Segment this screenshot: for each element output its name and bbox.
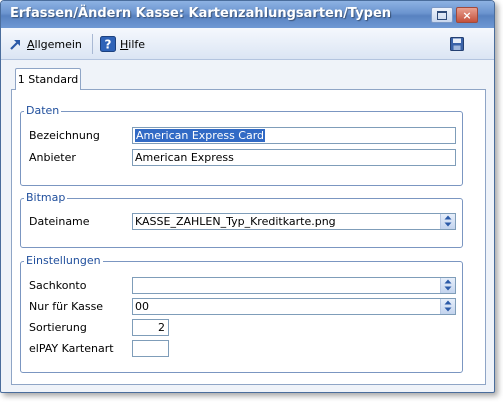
sortierung-label: Sortierung bbox=[29, 321, 87, 334]
updown-arrow-icon bbox=[444, 215, 452, 227]
allgemein-accel: A bbox=[27, 37, 35, 51]
close-icon: × bbox=[462, 8, 472, 22]
bezeichnung-value: American Express Card bbox=[135, 129, 266, 142]
nur-fuer-kasse-label: Nur für Kasse bbox=[29, 300, 104, 313]
updown-arrow-icon bbox=[444, 300, 452, 312]
hilfe-label-rest: ilfe bbox=[128, 37, 146, 51]
sortierung-field[interactable]: 2 bbox=[132, 319, 169, 336]
hilfe-button[interactable]: ? Hilfe bbox=[100, 35, 145, 53]
arrow-icon bbox=[10, 40, 20, 50]
bezeichnung-field[interactable]: American Express Card bbox=[132, 127, 456, 144]
nur-fuer-kasse-dropdown-button[interactable] bbox=[440, 299, 455, 314]
group-bitmap-title: Bitmap bbox=[24, 191, 68, 204]
elpay-kartenart-field[interactable] bbox=[132, 340, 169, 357]
bezeichnung-label: Bezeichnung bbox=[29, 129, 100, 142]
sachkonto-dropdown-button[interactable] bbox=[440, 278, 455, 293]
group-einstellungen: Einstellungen Sachkonto Nur für Kasse 00… bbox=[20, 254, 463, 373]
title-bar[interactable]: Erfassen/Ändern Kasse: Kartenzahlungsart… bbox=[1, 1, 494, 28]
tab-container: 1 Standard Daten Bezeichnung American Ex… bbox=[11, 68, 486, 386]
allgemein-label: Allgemein bbox=[27, 38, 82, 51]
restore-button[interactable] bbox=[431, 7, 453, 23]
dateiname-value: KASSE_ZAHLEN_Typ_Kreditkarte.png bbox=[135, 215, 336, 228]
sachkonto-select[interactable] bbox=[132, 277, 456, 294]
nur-fuer-kasse-value: 00 bbox=[135, 300, 149, 313]
tab-standard[interactable]: 1 Standard bbox=[15, 68, 81, 90]
updown-arrow-icon bbox=[444, 279, 452, 291]
dateiname-dropdown-button[interactable] bbox=[440, 214, 455, 229]
dialog-window: Erfassen/Ändern Kasse: Kartenzahlungsart… bbox=[0, 0, 495, 393]
anbieter-label: Anbieter bbox=[29, 151, 76, 164]
help-icon: ? bbox=[100, 36, 116, 52]
nur-fuer-kasse-select[interactable]: 00 bbox=[132, 298, 456, 315]
anbieter-field[interactable]: American Express bbox=[132, 149, 456, 166]
hilfe-label: Hilfe bbox=[120, 38, 145, 51]
group-einstellungen-title: Einstellungen bbox=[24, 254, 103, 267]
group-bitmap: Bitmap Dateiname KASSE_ZAHLEN_Typ_Kredit… bbox=[20, 191, 463, 248]
tab-panel-standard: Daten Bezeichnung American Express Card … bbox=[11, 89, 486, 385]
toolbar-separator bbox=[92, 34, 93, 54]
close-button[interactable]: × bbox=[456, 7, 478, 23]
dateiname-label: Dateiname bbox=[29, 215, 90, 228]
window-title: Erfassen/Ändern Kasse: Kartenzahlungsart… bbox=[10, 6, 392, 21]
svg-text:?: ? bbox=[105, 38, 112, 52]
save-icon[interactable] bbox=[450, 37, 464, 51]
group-daten-title: Daten bbox=[24, 104, 62, 117]
toolbar: Allgemein ? Hilfe bbox=[1, 28, 494, 60]
elpay-kartenart-label: elPAY Kartenart bbox=[29, 342, 114, 355]
restore-icon bbox=[437, 10, 447, 20]
group-daten: Daten Bezeichnung American Express Card … bbox=[20, 104, 463, 186]
sachkonto-label: Sachkonto bbox=[29, 279, 87, 292]
allgemein-button[interactable]: Allgemein bbox=[9, 35, 82, 53]
dateiname-select[interactable]: KASSE_ZAHLEN_Typ_Kreditkarte.png bbox=[132, 213, 456, 230]
allgemein-label-rest: llgemein bbox=[34, 37, 82, 51]
